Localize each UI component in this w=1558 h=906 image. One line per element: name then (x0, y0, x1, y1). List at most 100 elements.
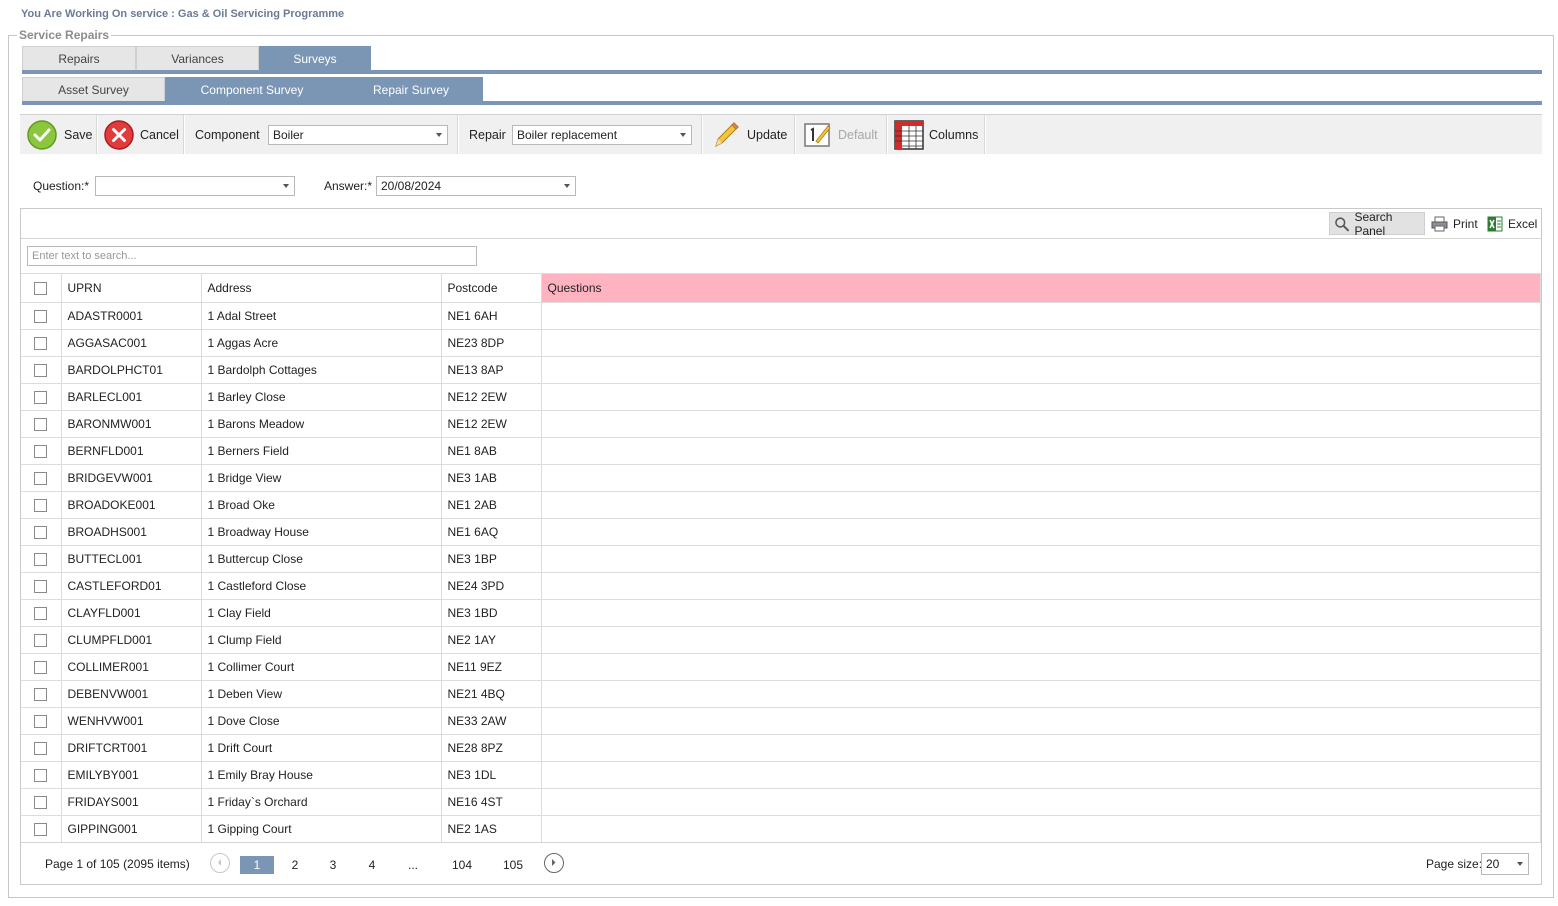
cancel-label: Cancel (140, 127, 179, 142)
table-row[interactable]: BERNFLD001 1 Berners Field NE1 8AB (21, 437, 1541, 465)
tab-repairs[interactable]: Repairs (22, 46, 136, 71)
column-header-postcode[interactable]: Postcode (441, 273, 542, 303)
table-row[interactable]: ADASTR0001 1 Adal Street NE1 6AH (21, 302, 1541, 330)
row-checkbox[interactable] (34, 364, 48, 378)
toolbar-separator (701, 115, 703, 154)
row-checkbox[interactable] (34, 580, 48, 594)
row-checkbox[interactable] (34, 769, 48, 783)
default-button[interactable]: Default (803, 115, 878, 154)
cell-postcode: NE12 2EW (441, 383, 542, 411)
print-button[interactable]: Print (1431, 212, 1478, 235)
question-select[interactable] (95, 176, 295, 196)
row-select-cell (21, 707, 62, 735)
excel-label: Excel (1508, 216, 1538, 231)
table-row[interactable]: BARONMW001 1 Barons Meadow NE12 2EW (21, 410, 1541, 438)
row-checkbox[interactable] (34, 688, 48, 702)
column-header-uprn[interactable]: UPRN (61, 273, 202, 303)
row-checkbox[interactable] (34, 715, 48, 729)
search-input[interactable]: Enter text to search... (27, 246, 477, 266)
row-checkbox[interactable] (34, 634, 48, 648)
page-button-105[interactable]: 105 (500, 856, 526, 874)
table-row[interactable]: WENHVW001 1 Dove Close NE33 2AW (21, 707, 1541, 735)
row-checkbox[interactable] (34, 499, 48, 513)
table-row[interactable]: BARLECL001 1 Barley Close NE12 2EW (21, 383, 1541, 411)
cell-postcode: NE1 2AB (441, 491, 542, 519)
service-line: You Are Working On service : Gas & Oil S… (21, 8, 345, 20)
update-button[interactable]: Update (710, 115, 787, 154)
table-row[interactable]: BUTTECL001 1 Buttercup Close NE3 1BP (21, 545, 1541, 573)
table-row[interactable]: AGGASAC001 1 Aggas Acre NE23 8DP (21, 329, 1541, 357)
columns-button[interactable]: Columns (893, 115, 978, 154)
cell-uprn: BARONMW001 (61, 410, 202, 438)
page-button-104[interactable]: 104 (449, 856, 475, 874)
row-checkbox[interactable] (34, 445, 48, 459)
row-checkbox[interactable] (34, 337, 48, 351)
save-button[interactable]: Save (26, 115, 93, 154)
row-checkbox[interactable] (34, 553, 48, 567)
table-row[interactable]: BRIDGEVW001 1 Bridge View NE3 1AB (21, 464, 1541, 492)
cell-questions (541, 518, 1541, 546)
row-checkbox[interactable] (34, 661, 48, 675)
update-label: Update (747, 127, 788, 142)
table-row[interactable]: DEBENVW001 1 Deben View NE21 4BQ (21, 680, 1541, 708)
page-size-select[interactable]: 20 (1481, 853, 1529, 875)
table-row[interactable]: CASTLEFORD01 1 Castleford Close NE24 3PD (21, 572, 1541, 600)
excel-button[interactable]: Excel (1487, 212, 1537, 235)
page-button-4[interactable]: 4 (362, 856, 382, 874)
table-row[interactable]: COLLIMER001 1 Collimer Court NE11 9EZ (21, 653, 1541, 681)
prev-page-button[interactable] (210, 853, 230, 873)
tab-asset-survey[interactable]: Asset Survey (22, 77, 165, 102)
cell-uprn: ADASTR0001 (61, 302, 202, 330)
tab-component-survey[interactable]: Component Survey (165, 77, 339, 102)
repair-select[interactable]: Boiler replacement (512, 125, 692, 145)
table-row[interactable]: GIPPING001 1 Gipping Court NE2 1AS (21, 815, 1541, 843)
page-size-label: Page size: (1426, 857, 1483, 871)
table-row[interactable]: EMILYBY001 1 Emily Bray House NE3 1DL (21, 761, 1541, 789)
cell-uprn: EMILYBY001 (61, 761, 202, 789)
search-panel-button[interactable]: Search Panel (1329, 210, 1425, 238)
cell-uprn: GIPPING001 (61, 815, 202, 843)
row-checkbox[interactable] (34, 310, 48, 324)
cell-address: 1 Broad Oke (201, 491, 442, 519)
tab-variances[interactable]: Variances (136, 46, 259, 71)
row-checkbox[interactable] (34, 607, 48, 621)
table-row[interactable]: DRIFTCRT001 1 Drift Court NE28 8PZ (21, 734, 1541, 762)
row-checkbox[interactable] (34, 796, 48, 810)
component-select[interactable]: Boiler (268, 125, 448, 145)
chevron-left-icon (218, 859, 221, 866)
select-all-checkbox[interactable] (34, 282, 48, 296)
tab-surveys[interactable]: Surveys (259, 46, 371, 71)
table-row[interactable]: CLUMPFLD001 1 Clump Field NE2 1AY (21, 626, 1541, 654)
column-header-address[interactable]: Address (201, 273, 442, 303)
frame-legend: Service Repairs (19, 28, 110, 42)
table-row[interactable]: FRIDAYS001 1 Friday`s Orchard NE16 4ST (21, 788, 1541, 816)
cell-postcode: NE3 1DL (441, 761, 542, 789)
row-checkbox[interactable] (34, 418, 48, 432)
row-checkbox[interactable] (34, 472, 48, 486)
tab-repair-survey[interactable]: Repair Survey (339, 77, 483, 102)
table-row[interactable]: BARDOLPHCT01 1 Bardolph Cottages NE13 8AP (21, 356, 1541, 384)
page-button-1[interactable]: 1 (240, 856, 274, 874)
row-checkbox[interactable] (34, 823, 48, 837)
row-checkbox[interactable] (34, 526, 48, 540)
table-row[interactable]: CLAYFLD001 1 Clay Field NE3 1BD (21, 599, 1541, 627)
row-checkbox[interactable] (34, 391, 48, 405)
next-page-button[interactable] (544, 853, 564, 873)
default-edit-icon (804, 122, 831, 147)
table-body: ADASTR0001 1 Adal Street NE1 6AH AGGASAC001… (21, 302, 1541, 843)
answer-select[interactable]: 20/08/2024 (376, 176, 576, 196)
row-select-cell (21, 410, 62, 438)
properties-grid: Search Panel Print Excel Enter text to s… (20, 208, 1542, 885)
page-button-3[interactable]: 3 (323, 856, 343, 874)
cancel-button[interactable]: Cancel (103, 115, 179, 154)
table-row[interactable]: BROADOKE001 1 Broad Oke NE1 2AB (21, 491, 1541, 519)
pager: Page 1 of 105 (2095 items) 1 2 3 4 ... 1… (21, 842, 1541, 885)
page-button-2[interactable]: 2 (285, 856, 305, 874)
table-row[interactable]: BROADHS001 1 Broadway House NE1 6AQ (21, 518, 1541, 546)
cell-questions (541, 302, 1541, 330)
row-select-cell (21, 383, 62, 411)
chevron-down-icon (564, 184, 570, 188)
page-ellipsis[interactable]: ... (403, 856, 423, 874)
row-checkbox[interactable] (34, 742, 48, 756)
column-header-questions[interactable]: Questions (541, 273, 1541, 303)
